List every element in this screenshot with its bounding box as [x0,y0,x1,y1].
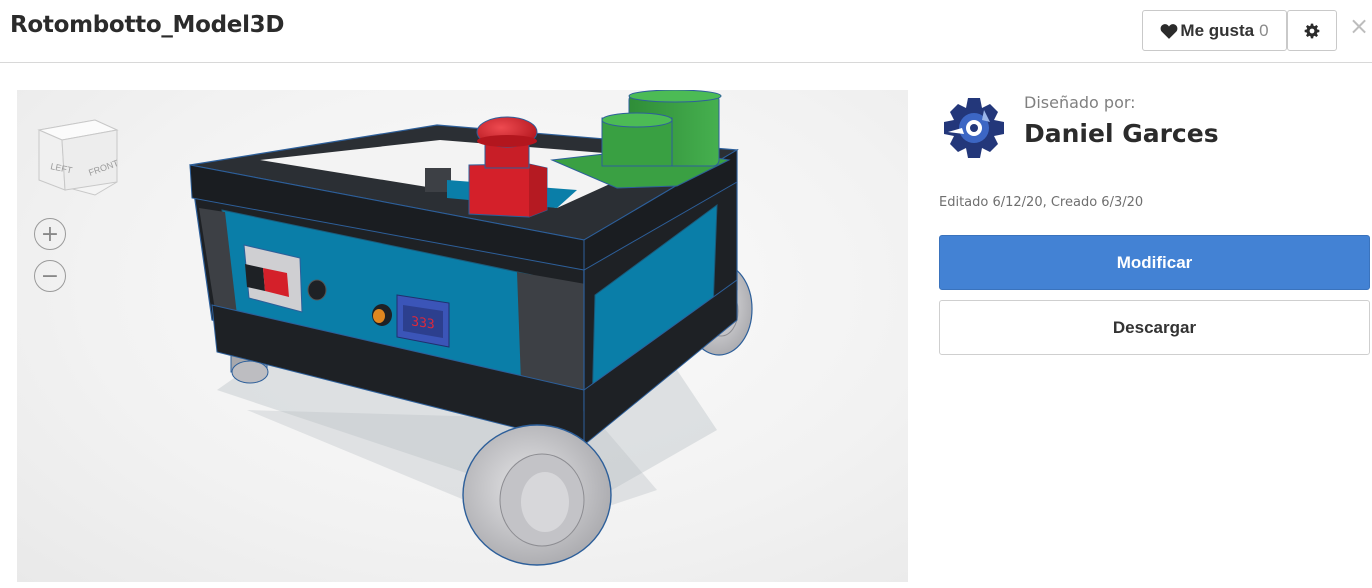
top-bar: Rotombotto_Model3D Me gusta 0 × [0,0,1372,63]
wheel-front-right [462,424,612,566]
like-button[interactable]: Me gusta 0 [1142,10,1287,51]
download-button[interactable]: Descargar [939,300,1370,355]
designed-by-label: Diseñado por: [1024,93,1136,112]
zoom-out-button[interactable]: − [34,260,66,292]
view-cube[interactable]: LEFT FRONT [37,119,120,196]
zoom-in-button[interactable]: + [34,218,66,250]
page-title: Rotombotto_Model3D [10,12,285,38]
red-button-part [468,116,548,218]
like-label: Me gusta [1180,20,1255,40]
model-render: 333 LEFT FRONT [37,90,753,566]
heart-icon [1161,23,1178,39]
like-count: 0 [1259,20,1269,40]
settings-button[interactable] [1287,10,1337,51]
avatar[interactable] [940,94,1008,162]
designer-card: Diseñado por: Daniel Garces [940,90,1372,170]
edit-created-dates: Editado 6/12/20, Creado 6/3/20 [939,195,1144,210]
modify-button[interactable]: Modificar [939,235,1370,290]
close-icon[interactable]: × [1349,14,1369,38]
model-viewer[interactable]: 333 LEFT FRONT + − [17,90,908,582]
gear-icon [1304,23,1320,38]
designer-name-link[interactable]: Daniel Garces [1024,119,1219,148]
